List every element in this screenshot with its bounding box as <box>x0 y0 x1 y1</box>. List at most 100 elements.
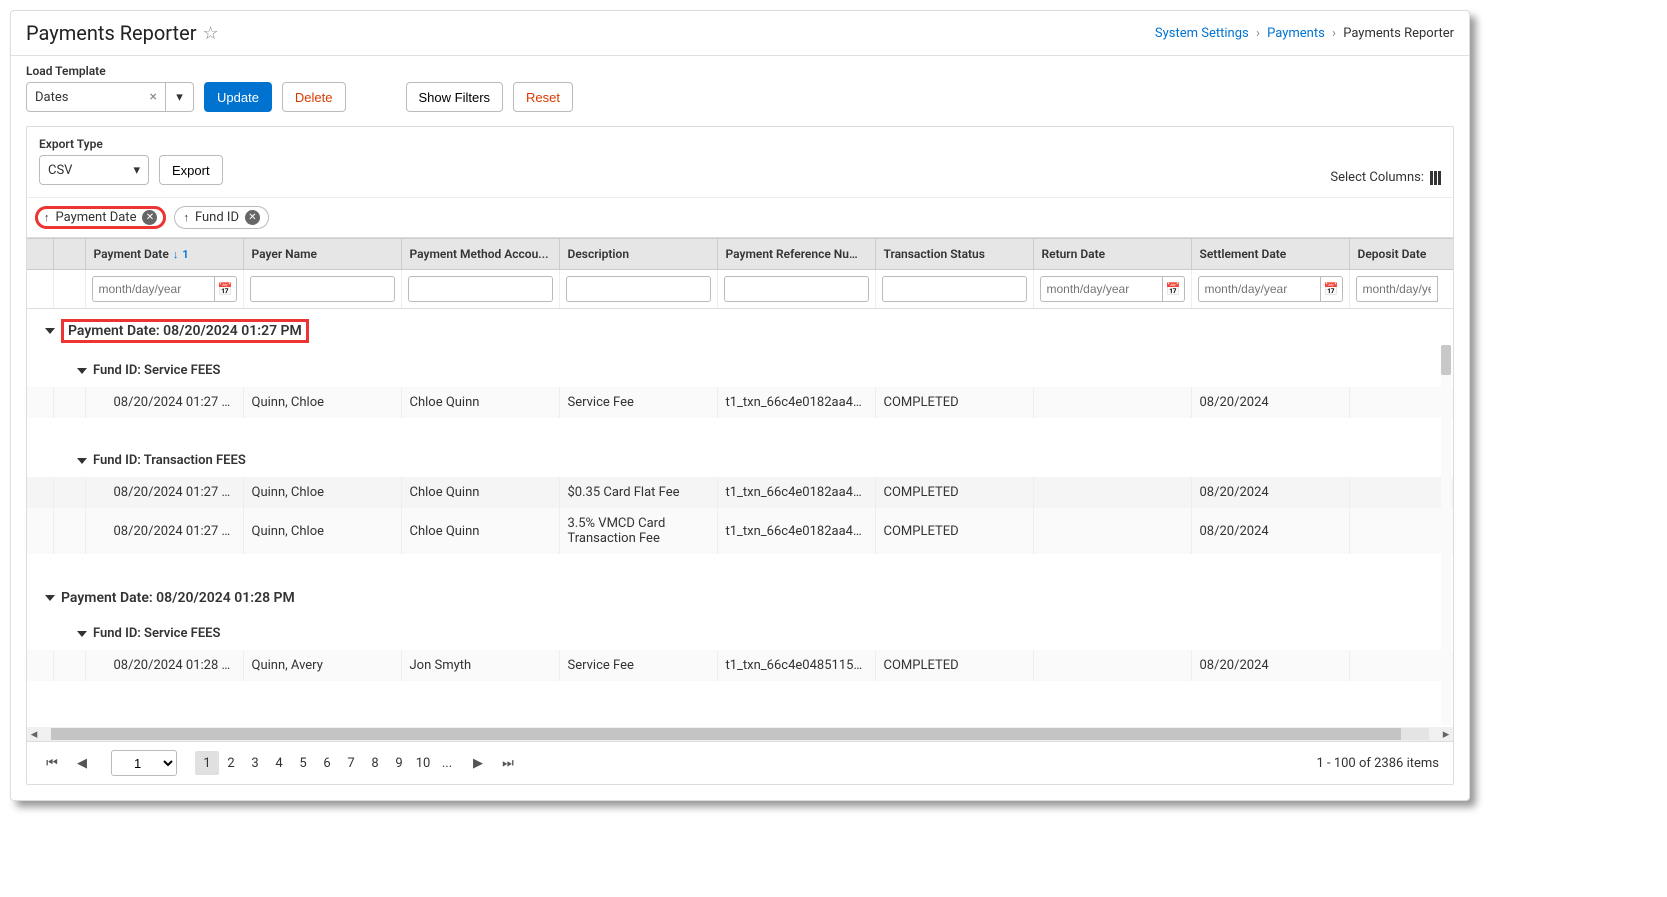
filter-payment-method[interactable] <box>408 276 553 302</box>
load-template-input[interactable]: Dates × <box>26 82 166 112</box>
group-row[interactable]: Payment Date: 08/20/2024 01:27 PM <box>27 309 1453 354</box>
columns-icon <box>1430 171 1441 185</box>
col-payment-method[interactable]: Payment Method Accou... <box>401 239 559 270</box>
col-txn-status[interactable]: Transaction Status <box>875 239 1033 270</box>
cell-payment-method: Chloe Quinn <box>401 508 559 554</box>
pager-page-2[interactable]: 2 <box>219 751 243 775</box>
pager-page-10[interactable]: 10 <box>411 751 435 775</box>
remove-chip-icon[interactable]: ✕ <box>142 210 157 225</box>
checkbox-col <box>53 239 85 270</box>
table-row[interactable]: 08/20/2024 01:28 PM Quinn, Avery Jon Smy… <box>27 650 1453 681</box>
cell-settlement-date: 08/20/2024 <box>1191 477 1349 508</box>
pager-page-select[interactable]: 1 <box>111 750 177 776</box>
delete-button[interactable]: Delete <box>282 82 346 112</box>
chevron-right-icon: › <box>1332 26 1336 41</box>
remove-chip-icon[interactable]: ✕ <box>245 210 260 225</box>
sort-asc-icon: ↑ <box>183 211 189 224</box>
table-row[interactable]: 08/20/2024 01:27 PM Quinn, Chloe Chloe Q… <box>27 387 1453 418</box>
col-payment-ref[interactable]: Payment Reference Num... <box>717 239 875 270</box>
reset-button[interactable]: Reset <box>513 82 573 112</box>
caret-down-icon[interactable] <box>45 328 55 334</box>
pager-page-3[interactable]: 3 <box>243 751 267 775</box>
report-panel: Export Type CSV ▾ Export Select Columns:… <box>26 126 1454 785</box>
cell-payer-name: Quinn, Chloe <box>243 508 401 554</box>
filter-settlement-date[interactable] <box>1198 276 1321 302</box>
pager-prev[interactable]: ◀ <box>71 751 93 775</box>
calendar-icon[interactable]: 📅 <box>1321 276 1343 302</box>
pager-page-7[interactable]: 7 <box>339 751 363 775</box>
col-payer-name[interactable]: Payer Name <box>243 239 401 270</box>
filter-return-date[interactable] <box>1040 276 1163 302</box>
subgroup-row[interactable]: Fund ID: Service FEES <box>27 354 1453 388</box>
cell-payment-date: 08/20/2024 01:27 PM <box>85 508 243 554</box>
export-button[interactable]: Export <box>159 155 223 185</box>
caret-down-icon[interactable] <box>77 458 87 464</box>
col-settlement-date[interactable]: Settlement Date <box>1191 239 1349 270</box>
group-row[interactable]: Payment Date: 08/20/2024 01:28 PM <box>27 580 1453 617</box>
calendar-icon[interactable]: 📅 <box>1163 276 1185 302</box>
cell-settlement-date: 08/20/2024 <box>1191 508 1349 554</box>
pager-page-5[interactable]: 5 <box>291 751 315 775</box>
title-bar: Payments Reporter ☆ System Settings › Pa… <box>11 11 1469 56</box>
table-row[interactable]: 08/20/2024 01:27 PM Quinn, Chloe Chloe Q… <box>27 477 1453 508</box>
favorite-star-icon[interactable]: ☆ <box>202 23 218 44</box>
col-return-date[interactable]: Return Date <box>1033 239 1191 270</box>
horizontal-scrollbar[interactable]: ◂ ▸ <box>27 727 1453 741</box>
update-button[interactable]: Update <box>204 82 272 112</box>
cell-payment-method: Jon Smyth <box>401 650 559 681</box>
sort-asc-icon: ↓ <box>173 248 179 261</box>
select-columns-label: Select Columns: <box>1330 170 1424 185</box>
clear-icon[interactable]: × <box>150 89 157 105</box>
breadcrumb: System Settings › Payments › Payments Re… <box>1155 26 1454 41</box>
load-template-label: Load Template <box>26 64 194 78</box>
breadcrumb-system-settings[interactable]: System Settings <box>1155 26 1249 41</box>
cell-payment-ref: t1_txn_66c4e04851157... <box>717 650 875 681</box>
caret-down-icon[interactable] <box>77 631 87 637</box>
filter-deposit-date[interactable] <box>1356 276 1438 302</box>
pager-last[interactable]: ⏭ <box>497 751 519 775</box>
caret-down-icon[interactable] <box>45 595 55 601</box>
col-payment-date[interactable]: Payment Date↓1 <box>85 239 243 270</box>
filter-payment-date[interactable] <box>92 276 215 302</box>
pager-page-...[interactable]: ... <box>435 751 459 775</box>
subgroup-row[interactable]: Fund ID: Service FEES <box>27 617 1453 651</box>
filter-description[interactable] <box>566 276 711 302</box>
pager-next[interactable]: ▶ <box>467 751 489 775</box>
pager-page-1[interactable]: 1 <box>195 751 219 775</box>
filter-payer-name[interactable] <box>250 276 395 302</box>
calendar-icon[interactable]: 📅 <box>215 276 237 302</box>
vertical-scrollbar[interactable] <box>1441 345 1451 725</box>
caret-down-icon[interactable] <box>77 368 87 374</box>
filter-row: 📅 📅 📅 <box>27 270 1453 309</box>
cell-payment-date: 08/20/2024 01:27 PM <box>85 387 243 418</box>
cell-return-date <box>1033 650 1191 681</box>
col-description[interactable]: Description <box>559 239 717 270</box>
header-row: Payment Date↓1 Payer Name Payment Method… <box>27 239 1453 270</box>
chip-payment-date[interactable]: ↑ Payment Date ✕ <box>35 206 166 229</box>
chip-fund-id[interactable]: ↑ Fund ID ✕ <box>174 206 269 229</box>
col-deposit-date[interactable]: Deposit Date <box>1349 239 1453 270</box>
chevron-right-icon: › <box>1256 26 1260 41</box>
pager-page-6[interactable]: 6 <box>315 751 339 775</box>
page-title: Payments Reporter <box>26 21 196 45</box>
table-row-empty <box>27 681 1453 707</box>
subgroup-row[interactable]: Fund ID: Transaction FEES <box>27 444 1453 477</box>
cell-payment-method: Chloe Quinn <box>401 387 559 418</box>
filter-payment-ref[interactable] <box>724 276 869 302</box>
pager-page-9[interactable]: 9 <box>387 751 411 775</box>
breadcrumb-payments[interactable]: Payments <box>1267 26 1325 41</box>
pager-first[interactable]: ⏮ <box>41 751 63 775</box>
table-row-empty <box>27 554 1453 580</box>
cell-txn-status: COMPLETED <box>875 477 1033 508</box>
table-row[interactable]: 08/20/2024 01:27 PM Quinn, Chloe Chloe Q… <box>27 508 1453 554</box>
export-type-select[interactable]: CSV ▾ <box>39 155 149 185</box>
load-template-dropdown[interactable]: ▾ <box>166 82 194 112</box>
select-columns-control[interactable]: Select Columns: <box>1330 170 1441 185</box>
cell-deposit-date <box>1349 650 1453 681</box>
pager-page-8[interactable]: 8 <box>363 751 387 775</box>
cell-payment-date: 08/20/2024 01:28 PM <box>85 650 243 681</box>
show-filters-button[interactable]: Show Filters <box>406 82 504 112</box>
cell-txn-status: COMPLETED <box>875 387 1033 418</box>
pager-page-4[interactable]: 4 <box>267 751 291 775</box>
filter-txn-status[interactable] <box>882 276 1027 302</box>
